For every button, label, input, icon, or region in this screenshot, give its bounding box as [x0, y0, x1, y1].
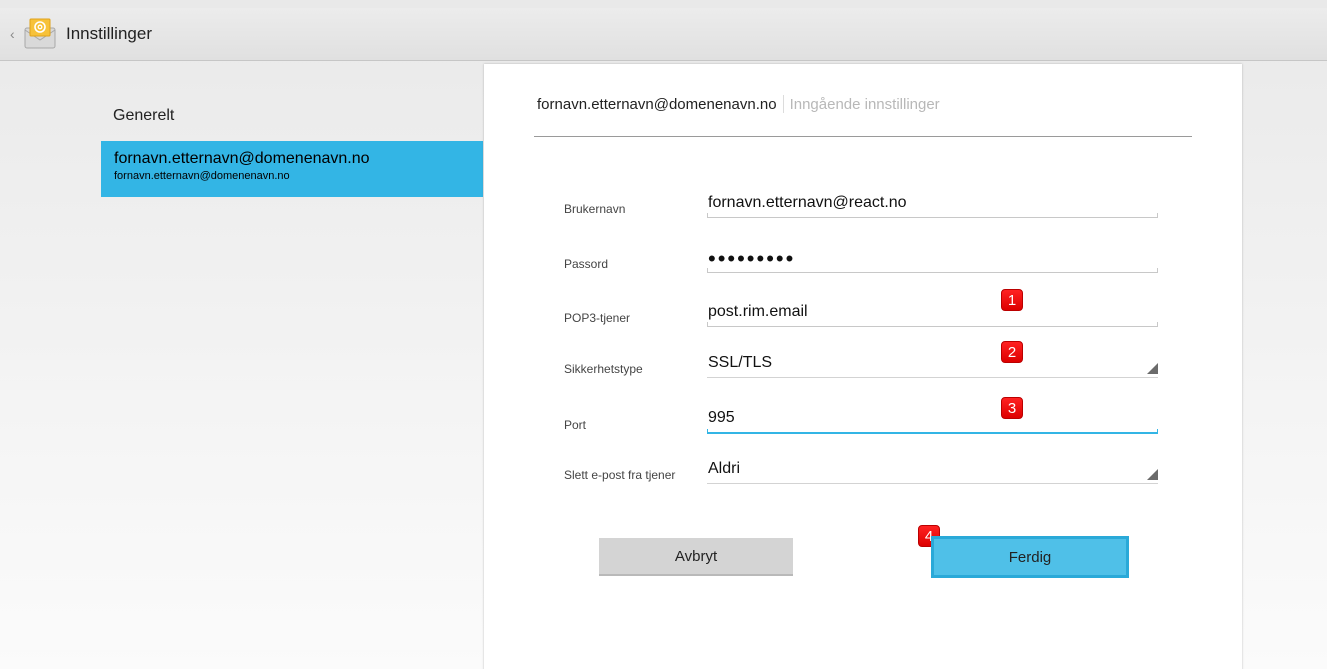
port-label: Port [564, 418, 587, 432]
security-type-value: SSL/TLS [708, 353, 773, 371]
step-badge-3: 3 [1001, 397, 1023, 419]
port-field[interactable]: 995 [707, 404, 1158, 434]
username-label: Brukernavn [564, 202, 626, 216]
server-row: POP3-tjener post.rim.email [564, 297, 1158, 327]
breadcrumb-divider-line [534, 136, 1192, 137]
password-label: Passord [564, 257, 609, 271]
password-field[interactable]: ••••••••• [707, 243, 1158, 273]
sidebar-item-account[interactable]: fornavn.etternavn@domenenavn.no fornavn.… [101, 141, 483, 197]
account-display-name: fornavn.etternavn@domenenavn.no [114, 150, 370, 167]
password-row: Passord ••••••••• [564, 243, 1158, 273]
sidebar-item-general[interactable]: Generelt [101, 95, 483, 137]
password-dots: ••••••••• [708, 245, 796, 271]
app-title: Innstillinger [66, 24, 152, 43]
security-row: Sikkerhetstype SSL/TLS [564, 348, 1158, 378]
done-button[interactable]: Ferdig [931, 536, 1129, 578]
incoming-settings-panel: fornavn.etternavn@domenenavn.no Inngående… [484, 64, 1242, 669]
step-badge-2: 2 [1001, 341, 1023, 363]
dropdown-arrow-icon [1147, 469, 1158, 480]
breadcrumb-account[interactable]: fornavn.etternavn@domenenavn.no [537, 96, 777, 113]
server-label: POP3-tjener [564, 311, 631, 325]
email-app-icon[interactable] [22, 16, 58, 52]
username-row: Brukernavn fornavn.etternavn@react.no [564, 188, 1158, 218]
action-bar: ‹ Innstillinger [0, 8, 1327, 61]
pop3-server-field[interactable]: post.rim.email [707, 297, 1158, 327]
breadcrumb-current: Inngående innstillinger [789, 96, 940, 113]
up-caret-icon[interactable]: ‹ [10, 27, 20, 41]
security-label: Sikkerhetstype [564, 362, 643, 376]
delete-policy-select[interactable]: Aldri [707, 454, 1158, 484]
port-row: Port 995 [564, 404, 1158, 434]
delete-label: Slett e-post fra tjener [564, 468, 676, 482]
dropdown-arrow-icon [1147, 363, 1158, 374]
delete-row: Slett e-post fra tjener Aldri [564, 454, 1158, 484]
step-badge-1: 1 [1001, 289, 1023, 311]
cancel-button[interactable]: Avbryt [599, 538, 793, 576]
breadcrumb: fornavn.etternavn@domenenavn.no Inngående… [537, 95, 940, 113]
breadcrumb-divider [782, 95, 784, 113]
delete-policy-value: Aldri [708, 459, 741, 477]
security-type-select[interactable]: SSL/TLS [707, 348, 1158, 378]
username-field[interactable]: fornavn.etternavn@react.no [707, 188, 1158, 218]
account-email: fornavn.etternavn@domenenavn.no [114, 170, 290, 182]
settings-sidebar: Generelt fornavn.etternavn@domenenavn.no… [101, 95, 483, 197]
